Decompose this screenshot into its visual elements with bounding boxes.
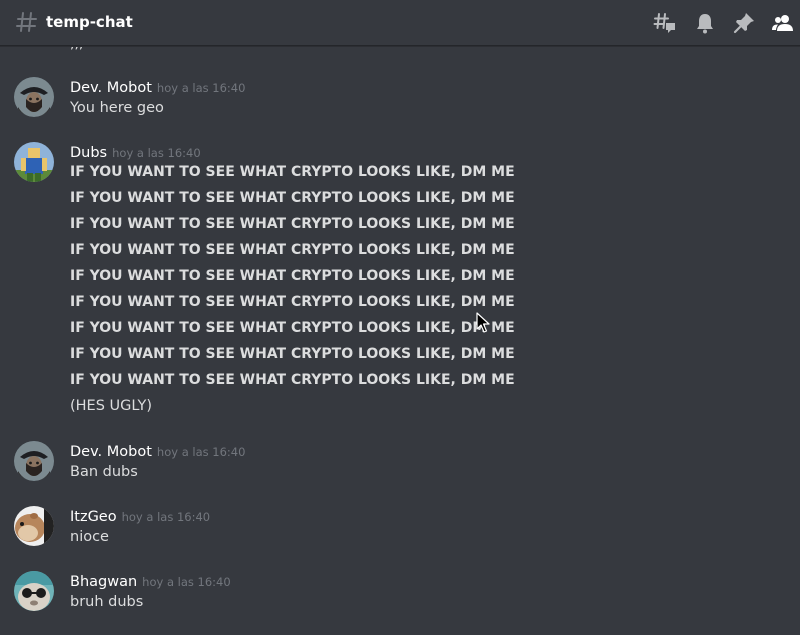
- partial-previous-message: ,,,: [70, 47, 83, 55]
- username[interactable]: Dev. Mobot: [70, 80, 152, 96]
- message-text: Ban dubs: [70, 464, 138, 480]
- blocky-avatar[interactable]: [14, 142, 54, 182]
- timestamp: hoy a las 16:40: [112, 146, 201, 160]
- message-text: IF YOU WANT TO SEE WHAT CRYPTO LOOKS LIK…: [70, 346, 515, 362]
- message-text: bruh dubs: [70, 594, 144, 610]
- username[interactable]: Dubs: [70, 145, 107, 161]
- pin-icon[interactable]: [732, 11, 756, 35]
- message-text: (HES UGLY): [70, 398, 153, 414]
- username[interactable]: ItzGeo: [70, 509, 117, 525]
- mouse-pointer-icon: [476, 312, 490, 334]
- hamster-avatar[interactable]: [14, 506, 54, 546]
- timestamp: hoy a las 16:40: [156, 445, 246, 459]
- chat-window: temp-chat Dev. Mobot hoy a las 16:40 You…: [0, 0, 800, 635]
- timestamp: hoy a las 16:40: [156, 81, 246, 95]
- message-text: nioce: [70, 529, 109, 545]
- bell-icon[interactable]: [693, 11, 717, 35]
- message-text: You here geo: [70, 100, 164, 116]
- message-text: IF YOU WANT TO SEE WHAT CRYPTO LOOKS LIK…: [70, 190, 515, 206]
- username[interactable]: Dev. Mobot: [70, 444, 152, 460]
- sunglasses-avatar[interactable]: [14, 571, 54, 611]
- message-text: IF YOU WANT TO SEE WHAT CRYPTO LOOKS LIK…: [70, 164, 515, 180]
- message-list: ,,, Dev. Mobot hoy a las 16:40 You here g…: [0, 47, 800, 635]
- timestamp: hoy a las 16:40: [142, 575, 231, 589]
- message-header: ItzGeo hoy a las 16:40: [70, 506, 210, 526]
- message-header: Dubs hoy a las 16:40: [70, 142, 201, 162]
- message-text: IF YOU WANT TO SEE WHAT CRYPTO LOOKS LIK…: [70, 372, 515, 388]
- username[interactable]: Bhagwan: [70, 574, 137, 590]
- message-text: IF YOU WANT TO SEE WHAT CRYPTO LOOKS LIK…: [70, 294, 515, 310]
- message-text: IF YOU WANT TO SEE WHAT CRYPTO LOOKS LIK…: [70, 268, 515, 284]
- message-text: IF YOU WANT TO SEE WHAT CRYPTO LOOKS LIK…: [70, 320, 515, 336]
- members-icon[interactable]: [771, 11, 795, 35]
- message-text: IF YOU WANT TO SEE WHAT CRYPTO LOOKS LIK…: [70, 242, 515, 258]
- message-text: IF YOU WANT TO SEE WHAT CRYPTO LOOKS LIK…: [70, 216, 515, 232]
- pirate-avatar[interactable]: [14, 441, 54, 481]
- message-header: Dev. Mobot hoy a las 16:40: [70, 77, 245, 97]
- message-header: Dev. Mobot hoy a las 16:40: [70, 441, 245, 461]
- channel-header: temp-chat: [0, 0, 800, 46]
- channel-name: temp-chat: [46, 13, 133, 31]
- threads-icon[interactable]: [653, 11, 677, 35]
- channel-hash-icon: [16, 10, 38, 34]
- pirate-avatar[interactable]: [14, 77, 54, 117]
- message-header: Bhagwan hoy a las 16:40: [70, 571, 231, 591]
- timestamp: hoy a las 16:40: [121, 510, 211, 524]
